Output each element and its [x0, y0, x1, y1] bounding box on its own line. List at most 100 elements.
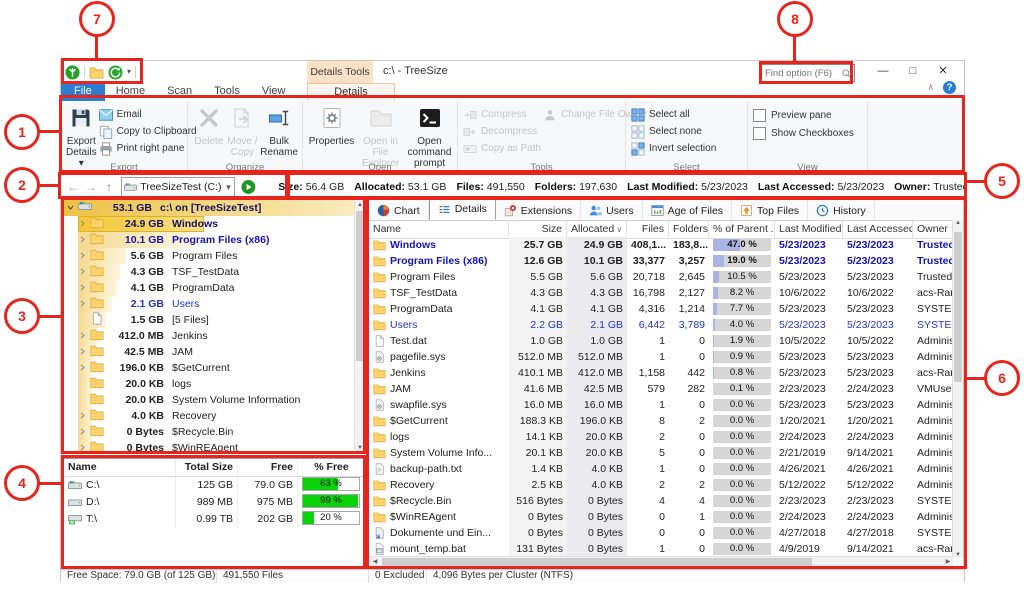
details-tab-top-files[interactable]: Top Files [732, 201, 808, 220]
export-details-button[interactable]: ExportDetails ▾ [66, 105, 97, 169]
column-header-folders[interactable]: Folders [669, 221, 709, 238]
details-row-system-volume-info[interactable]: System Volume Info...20.1 KB20.0 KB500.0… [369, 445, 954, 461]
details-row-recycle-bin[interactable]: $Recycle.Bin516 Bytes0 Bytes440.0 %2/23/… [369, 493, 954, 509]
drive-col-total-size[interactable]: Total Size [176, 459, 238, 476]
details-row-logs[interactable]: logs14.1 KB20.0 KB200.0 %2/24/20232/24/2… [369, 429, 954, 445]
details-row-backup-path-txt[interactable]: backup-path.txt1.4 KB4.0 KB100.0 %4/26/2… [369, 461, 954, 477]
drive-row-t[interactable]: T:\0.99 TB202 GB20 % [64, 511, 365, 528]
tree-item-c-on-treesizetest[interactable]: 53.1 GBc:\ on [TreeSizeTest] [64, 200, 365, 216]
chevron-right-icon[interactable] [76, 264, 88, 280]
details-row-program-files[interactable]: Program Files5.5 GB5.6 GB20,7182,64510.5… [369, 269, 954, 285]
details-tab-extensions[interactable]: Extensions [496, 201, 581, 220]
details-row-mount-temp-bat[interactable]: mount_temp.bat131 Bytes0 Bytes100.0 %4/9… [369, 541, 954, 557]
tree-item-windows[interactable]: 24.9 GBWindows [64, 216, 365, 232]
details-row-tsf-testdata[interactable]: TSF_TestData4.3 GB4.3 GB16,7982,1278.2 %… [369, 285, 954, 301]
tab-home[interactable]: Home [105, 83, 156, 101]
tab-details[interactable]: Details [307, 83, 395, 102]
tab-scan[interactable]: Scan [156, 83, 203, 101]
up-icon[interactable]: ↑ [103, 180, 115, 194]
details-tab-history[interactable]: History [808, 201, 875, 220]
tree-item-jam[interactable]: 42.5 MBJAM [64, 344, 365, 360]
details-row-dokumente-und-ein[interactable]: Dokumente und Ein...0 Bytes0 Bytes000.0 … [369, 525, 954, 541]
tree-item-getcurrent[interactable]: 196.0 KB$GetCurrent [64, 360, 365, 376]
details-row-pagefile-sys[interactable]: pagefile.sys512.0 MB512.0 MB100.9 %5/23/… [369, 349, 954, 365]
tree-item-tsf-testdata[interactable]: 4.3 GBTSF_TestData [64, 264, 365, 280]
details-row-jam[interactable]: JAM41.6 MB42.5 MB5792820.1 %2/23/20232/2… [369, 381, 954, 397]
column-header-name[interactable]: Name [369, 221, 509, 238]
tree-item-programdata[interactable]: 4.1 GBProgramData [64, 280, 365, 296]
details-tab-chart[interactable]: Chart [369, 201, 429, 220]
drive-col-free[interactable]: Free [238, 459, 298, 476]
chevron-right-icon[interactable] [76, 408, 88, 424]
details-row-getcurrent[interactable]: $GetCurrent188.3 KB196.0 KB820.0 %1/20/2… [369, 413, 954, 429]
details-row-test-dat[interactable]: Test.dat1.0 GB1.0 GB101.9 %10/5/202210/5… [369, 333, 954, 349]
open-command-prompt-button[interactable]: Open commandprompt [406, 105, 453, 169]
select-none-button[interactable]: Select none [631, 124, 716, 139]
select-all-button[interactable]: Select all [631, 107, 716, 122]
chevron-down-icon[interactable]: ▼ [224, 183, 232, 192]
details-row-programdata[interactable]: ProgramData4.1 GB4.1 GB4,3161,2147.7 %5/… [369, 301, 954, 317]
close-button[interactable]: ✕ [928, 61, 958, 83]
chevron-right-icon[interactable] [76, 232, 88, 248]
treesize-logo-icon[interactable] [65, 65, 80, 80]
print-right-pane-button[interactable]: Print right pane [99, 141, 197, 156]
column-header-last-accessed[interactable]: Last Accessed [843, 221, 913, 238]
chevron-right-icon[interactable] [76, 424, 88, 440]
tree-item-program-files[interactable]: 5.6 GBProgram Files [64, 248, 365, 264]
details-vertical-scrollbar[interactable]: ▲ ▼ [952, 220, 963, 558]
maximize-button[interactable]: □ [898, 61, 928, 83]
chevron-right-icon[interactable] [76, 344, 88, 360]
email-button[interactable]: Email [99, 107, 197, 122]
column-header-owner[interactable]: Owner [913, 221, 954, 238]
quick-access-dropdown-icon[interactable]: ▾ [127, 68, 131, 76]
forward-icon[interactable]: → [85, 180, 97, 194]
details-row-users[interactable]: Users2.2 GB2.1 GB6,4423,7894.0 %5/23/202… [369, 317, 954, 333]
scan-icon[interactable] [108, 65, 123, 80]
tree-item-jenkins[interactable]: 412.0 MBJenkins [64, 328, 365, 344]
start-scan-button[interactable] [241, 179, 256, 195]
tree-item-recovery[interactable]: 4.0 KBRecovery [64, 408, 365, 424]
collapse-ribbon-icon[interactable]: ∧ [927, 82, 934, 93]
chevron-right-icon[interactable] [76, 328, 88, 344]
preview-pane-checkbox[interactable]: Preview pane [753, 107, 854, 123]
chevron-right-icon[interactable] [76, 296, 88, 312]
find-input[interactable] [762, 68, 841, 79]
chevron-right-icon[interactable] [76, 216, 88, 232]
details-row-winreagent[interactable]: $WinREAgent0 Bytes0 Bytes010.0 %2/24/202… [369, 509, 954, 525]
tree-vertical-scrollbar[interactable]: ▲▼ [354, 200, 365, 453]
column-header-last-modified[interactable]: Last Modified [775, 221, 843, 238]
tree-item-system-volume-information[interactable]: 20.0 KBSystem Volume Information [64, 392, 365, 408]
back-icon[interactable]: ← [67, 180, 79, 194]
chevron-right-icon[interactable] [76, 280, 88, 296]
column-header-of-parent[interactable]: % of Parent ... [709, 221, 775, 238]
find-option-box[interactable] [761, 64, 855, 82]
folder-icon[interactable] [89, 66, 104, 79]
details-row-program-files-x86[interactable]: Program Files (x86)12.6 GB10.1 GB33,3773… [369, 253, 954, 269]
tab-tools[interactable]: Tools [203, 83, 251, 101]
chevron-right-icon[interactable] [76, 440, 88, 454]
minimize-button[interactable]: — [868, 61, 898, 83]
tree-item-winreagent[interactable]: 0 Bytes$WinREAgent [64, 440, 365, 454]
tree-item-5-files[interactable]: 1.5 GB[5 Files] [64, 312, 365, 328]
column-header-size[interactable]: Size [509, 221, 567, 238]
tree-item-program-files-x86[interactable]: 10.1 GBProgram Files (x86) [64, 232, 365, 248]
chevron-right-icon[interactable] [76, 248, 88, 264]
bulk-rename-button[interactable]: BulkRename [260, 105, 298, 158]
chevron-down-icon[interactable] [64, 200, 76, 216]
details-row-swapfile-sys[interactable]: swapfile.sys16.0 MB16.0 MB100.0 %5/23/20… [369, 397, 954, 413]
tree-item-recycle-bin[interactable]: 0 Bytes$Recycle.Bin [64, 424, 365, 440]
column-header-files[interactable]: Files [627, 221, 669, 238]
chevron-right-icon[interactable] [76, 360, 88, 376]
details-tab-users[interactable]: Users [581, 201, 642, 220]
help-icon[interactable]: ? [943, 81, 956, 94]
details-row-windows[interactable]: Windows25.7 GB24.9 GB408,1...183,8...47.… [369, 237, 954, 253]
tree-item-users[interactable]: 2.1 GBUsers [64, 296, 365, 312]
tab-view[interactable]: View [251, 83, 297, 101]
column-header-allocated[interactable]: Allocated ∨ [567, 221, 627, 238]
tree-item-logs[interactable]: 20.0 KBlogs [64, 376, 365, 392]
tab-file[interactable]: File [61, 83, 105, 101]
invert-selection-button[interactable]: Invert selection [631, 141, 716, 156]
drive-row-d[interactable]: D:\989 MB975 MB99 % [64, 494, 365, 511]
details-tab-age-of-files[interactable]: Age of Files [643, 201, 732, 220]
drive-col-name[interactable]: Name [64, 459, 176, 476]
